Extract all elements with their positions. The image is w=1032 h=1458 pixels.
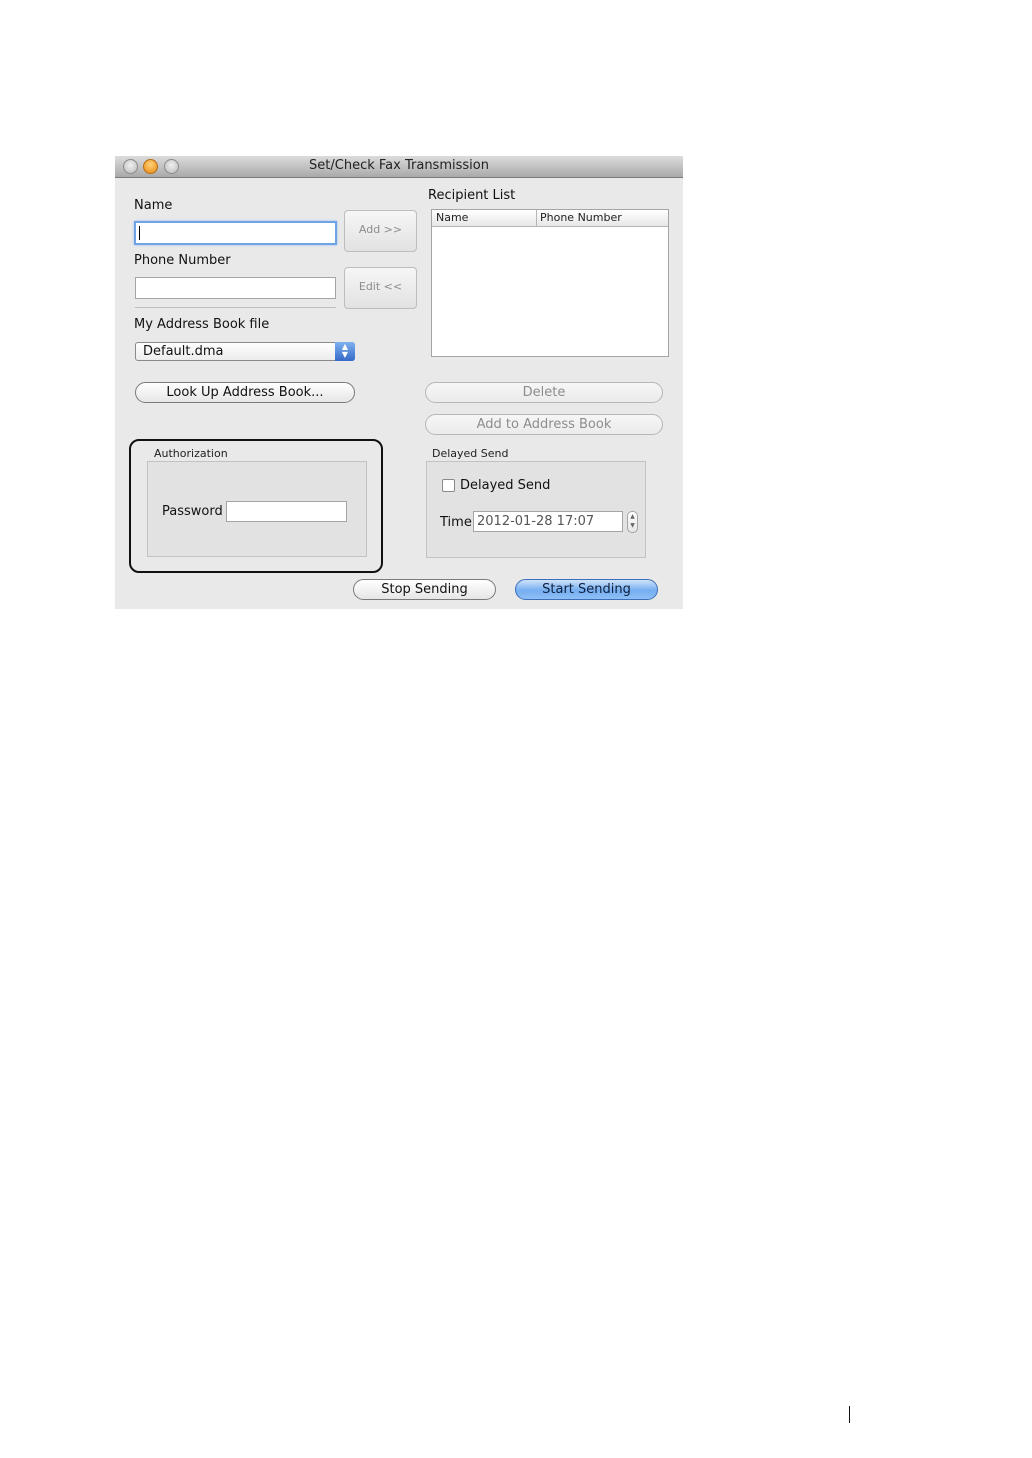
name-label: Name <box>134 198 173 213</box>
delete-button[interactable]: Delete <box>425 382 663 403</box>
look-up-address-book-button[interactable]: Look Up Address Book... <box>135 382 355 403</box>
column-divider <box>536 210 537 226</box>
title-bar[interactable]: Set/Check Fax Transmission <box>115 156 683 178</box>
address-book-file-label: My Address Book file <box>134 317 270 332</box>
delayed-send-checkbox-label[interactable]: Delayed Send <box>460 478 550 493</box>
delayed-send-title: Delayed Send <box>432 447 509 460</box>
stop-sending-button[interactable]: Stop Sending <box>353 579 496 600</box>
field-divider <box>135 307 336 308</box>
edit-recipient-button[interactable]: Edit << <box>344 267 417 309</box>
phone-number-input[interactable] <box>135 277 336 299</box>
time-label: Time <box>440 515 472 530</box>
name-input[interactable] <box>134 221 337 245</box>
recipient-list-table[interactable]: Name Phone Number <box>431 209 669 357</box>
start-sending-button[interactable]: Start Sending <box>515 579 658 600</box>
time-input-value: 2012-01-28 17:07 <box>477 514 595 529</box>
time-input[interactable]: 2012-01-28 17:07 <box>473 511 623 532</box>
column-header-name[interactable]: Name <box>436 211 468 224</box>
time-stepper[interactable]: ▲ ▼ <box>627 511 638 533</box>
add-to-address-book-button[interactable]: Add to Address Book <box>425 414 663 435</box>
delayed-send-group <box>426 461 646 558</box>
column-header-phone-number[interactable]: Phone Number <box>540 211 622 224</box>
authorization-title: Authorization <box>154 447 228 460</box>
add-recipient-button[interactable]: Add >> <box>344 210 417 252</box>
phone-number-label: Phone Number <box>134 253 231 268</box>
password-label: Password <box>162 504 223 519</box>
address-book-file-select[interactable]: Default.dma ▲ ▼ <box>135 342 355 361</box>
window-title: Set/Check Fax Transmission <box>309 158 489 173</box>
password-input[interactable] <box>226 501 347 522</box>
recipient-list-title: Recipient List <box>428 188 516 203</box>
page-margin-mark <box>849 1406 850 1423</box>
fax-transmission-window: Set/Check Fax Transmission Name Add >> P… <box>115 156 683 609</box>
delayed-send-checkbox[interactable] <box>442 479 455 492</box>
select-arrows-icon: ▲ ▼ <box>335 342 355 361</box>
recipient-list-header: Name Phone Number <box>432 210 668 227</box>
text-caret <box>139 226 140 240</box>
address-book-file-value: Default.dma <box>143 344 224 359</box>
